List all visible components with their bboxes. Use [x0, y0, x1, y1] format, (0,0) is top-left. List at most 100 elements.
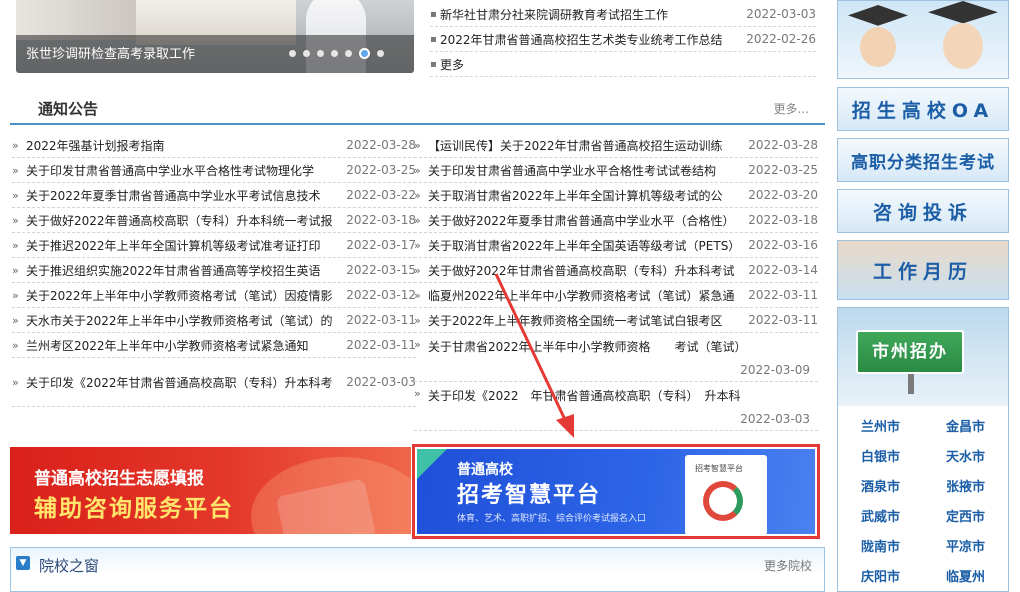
- notice-item-title[interactable]: 关于推迟2022年上半年全国计算机等级考试准考证打印: [26, 237, 340, 254]
- notice-item-title[interactable]: 关于印发《2022年甘肃省普通高校高职（专科）升本科考: [26, 374, 340, 391]
- news-row[interactable]: ▪ 2022年甘肃省普通高校招生艺术类专业统考工作总结 2022-02-26: [430, 27, 816, 52]
- notice-item-title[interactable]: 关于2022年上半年教师资格全国统一考试笔试白银考区: [428, 312, 742, 329]
- notice-item-date: 2022-03-03: [346, 375, 416, 389]
- notice-item[interactable]: » 天水市关于2022年上半年中小学教师资格考试（笔试）的 2022-03-11: [12, 308, 416, 333]
- notice-item[interactable]: » 关于推迟组织实施2022年甘肃省普通高等学校招生英语 2022-03-15: [12, 258, 416, 283]
- notice-item-title[interactable]: 关于2022年夏季甘肃省普通高中学业水平考试信息技术: [26, 187, 340, 204]
- city-link[interactable]: 酒泉市: [838, 476, 923, 495]
- notice-item[interactable]: » 关于印发《2022年甘肃省普通高校高职（专科）升本科考 2022-03-03: [12, 358, 416, 407]
- notice-item-title[interactable]: 【运训民传】关于2022年甘肃省普通高校招生运动训练: [428, 137, 742, 154]
- sign-post: [908, 374, 914, 394]
- notice-item-date: 2022-03-28: [748, 138, 818, 152]
- notice-item[interactable]: » 临夏州2022年上半年中小学教师资格考试（笔试）紧急通 2022-03-11: [414, 283, 818, 308]
- notice-title: 通知公告: [38, 100, 99, 118]
- notice-item-date: 2022-03-11: [346, 338, 416, 352]
- volunteer-platform-banner[interactable]: 普通高校招生志愿填报 辅助咨询服务平台: [10, 447, 411, 534]
- notice-item-title[interactable]: 天水市关于2022年上半年中小学教师资格考试（笔试）的: [26, 312, 340, 329]
- carousel-dot[interactable]: [331, 50, 338, 57]
- double-chevron-icon: »: [12, 188, 19, 202]
- city-link[interactable]: 张掖市: [923, 476, 1008, 495]
- city-link[interactable]: 兰州市: [838, 416, 923, 435]
- city-link[interactable]: 陇南市: [838, 536, 923, 555]
- carousel-dot[interactable]: [377, 50, 384, 57]
- notice-item[interactable]: » 关于取消甘肃省2022年上半年全国计算机等级考试的公 2022-03-20: [414, 183, 818, 208]
- notice-item[interactable]: » 关于印发《2022 年甘肃省普通高校高职（专科） 升本科 2022-03-03: [414, 382, 818, 431]
- notice-item[interactable]: » 关于推迟2022年上半年全国计算机等级考试准考证打印 2022-03-17: [12, 233, 416, 258]
- double-chevron-icon: »: [12, 313, 19, 327]
- double-chevron-icon: »: [12, 238, 19, 252]
- city-link[interactable]: 武威市: [838, 506, 923, 525]
- notice-item[interactable]: » 关于甘肃省2022年上半年中小学教师资格 考试（笔试） 2022-03-09: [414, 333, 818, 382]
- carousel-dot-active[interactable]: [359, 48, 370, 59]
- notice-item-title[interactable]: 关于做好2022年甘肃省普通高校高职（专科）升本科考试: [428, 262, 742, 279]
- more-schools-link[interactable]: 更多院校: [764, 557, 812, 574]
- notice-item-title[interactable]: 关于取消甘肃省2022年上半年全国英语等级考试（PETS）: [428, 237, 742, 254]
- platform-card-title: 招考智慧平台: [695, 464, 743, 473]
- notice-item[interactable]: » 关于2022年上半年教师资格全国统一考试笔试白银考区 2022-03-11: [414, 308, 818, 333]
- admission-oa-button[interactable]: 招生高校OA: [837, 87, 1009, 131]
- notice-item[interactable]: » 关于印发甘肃省普通高中学业水平合格性考试物理化学 2022-03-25: [12, 158, 416, 183]
- notice-item-title[interactable]: 2022年强基计划报考指南: [26, 137, 340, 154]
- notice-item[interactable]: » 关于印发甘肃省普通高中学业水平合格性考试试卷结构 2022-03-25: [414, 158, 818, 183]
- notice-item-date: 2022-03-18: [748, 213, 818, 227]
- carousel-dot[interactable]: [345, 50, 352, 57]
- notice-item[interactable]: » 关于做好2022年普通高校高职（专科）升本科统一考试报 2022-03-18: [12, 208, 416, 233]
- double-chevron-icon: »: [414, 387, 421, 400]
- city-link[interactable]: 平凉市: [923, 536, 1008, 555]
- notice-item-title[interactable]: 关于印发甘肃省普通高中学业水平合格性考试物理化学: [26, 162, 340, 179]
- notice-item[interactable]: » 兰州考区2022年上半年中小学教师资格考试紧急通知 2022-03-11: [12, 333, 416, 358]
- carousel-dot[interactable]: [289, 50, 296, 57]
- city-link[interactable]: 临夏州: [923, 566, 1008, 585]
- work-calendar-button[interactable]: 工作月历: [837, 240, 1009, 300]
- notice-item[interactable]: » 关于2022年夏季甘肃省普通高中学业水平考试信息技术 2022-03-22: [12, 183, 416, 208]
- notice-item-title[interactable]: 关于做好2022年普通高校高职（专科）升本科统一考试报: [26, 212, 340, 229]
- news-row[interactable]: ▪ 新华社甘肃分社来院调研教育考试招生工作 2022-03-03: [430, 2, 816, 27]
- notice-item-date: 2022-03-11: [748, 288, 818, 302]
- city-link[interactable]: 金昌市: [923, 416, 1008, 435]
- notice-item-title[interactable]: 关于推迟组织实施2022年甘肃省普通高等学校招生英语: [26, 262, 340, 279]
- notice-item[interactable]: » 关于取消甘肃省2022年上半年全国英语等级考试（PETS） 2022-03-16: [414, 233, 818, 258]
- smart-exam-platform-banner[interactable]: 普通高校 招考智慧平台 体育、艺术、高职扩招、综合评价考试报名入口 招考智慧平台: [417, 449, 815, 534]
- city-link[interactable]: 天水市: [923, 446, 1008, 465]
- notice-item-date: 2022-03-17: [346, 238, 416, 252]
- notice-item-title[interactable]: 关于做好2022年夏季甘肃省普通高中学业水平（合格性）: [428, 212, 742, 229]
- news-more-row[interactable]: ▪ 更多: [430, 52, 816, 77]
- carousel-dot[interactable]: [317, 50, 324, 57]
- city-link[interactable]: 白银市: [838, 446, 923, 465]
- consult-complaint-button[interactable]: 咨询投诉: [837, 189, 1009, 233]
- city-office-panel: 市州招办 兰州市 金昌市 白银市 天水市 酒泉市 张掖市 武威市 定西市 陇南市…: [837, 307, 1009, 592]
- notice-item-title[interactable]: 关于取消甘肃省2022年上半年全国计算机等级考试的公: [428, 187, 742, 204]
- notice-item[interactable]: » 关于做好2022年夏季甘肃省普通高中学业水平（合格性） 2022-03-18: [414, 208, 818, 233]
- notice-item-title[interactable]: 关于2022年上半年中小学教师资格考试（笔试）因疫情影: [26, 287, 340, 304]
- notice-item-title[interactable]: 关于甘肃省2022年上半年中小学教师资格 考试（笔试）: [428, 338, 818, 355]
- double-chevron-icon: »: [414, 188, 421, 202]
- bullet-icon: ▪: [430, 8, 437, 20]
- notice-item-date: 2022-03-12: [346, 288, 416, 302]
- checkbox-icon: ▼: [16, 556, 30, 570]
- double-chevron-icon: »: [12, 213, 19, 227]
- notice-item[interactable]: » 关于2022年上半年中小学教师资格考试（笔试）因疫情影 2022-03-12: [12, 283, 416, 308]
- notice-more-link[interactable]: 更多...: [774, 100, 809, 117]
- news-more-link[interactable]: 更多: [440, 56, 816, 73]
- notice-item[interactable]: » 【运训民传】关于2022年甘肃省普通高校招生运动训练 2022-03-28: [414, 133, 818, 158]
- notice-item-title[interactable]: 关于印发甘肃省普通高中学业水平合格性考试试卷结构: [428, 162, 742, 179]
- notice-item-title[interactable]: 兰州考区2022年上半年中小学教师资格考试紧急通知: [26, 337, 340, 354]
- notice-item[interactable]: » 2022年强基计划报考指南 2022-03-28: [12, 133, 416, 158]
- notice-list-left: » 2022年强基计划报考指南 2022-03-28 » 关于印发甘肃省普通高中学业水…: [12, 133, 416, 407]
- notice-item-title[interactable]: 关于印发《2022 年甘肃省普通高校高职（专科） 升本科: [428, 387, 818, 404]
- hero-carousel[interactable]: 张世珍调研检查高考录取工作: [16, 0, 414, 73]
- news-title[interactable]: 2022年甘肃省普通高校招生艺术类专业统考工作总结: [440, 31, 740, 48]
- news-title[interactable]: 新华社甘肃分社来院调研教育考试招生工作: [440, 6, 740, 23]
- notice-item-date: 2022-03-11: [748, 313, 818, 327]
- double-chevron-icon: »: [414, 138, 421, 152]
- notice-item-date: 2022-03-09: [740, 363, 810, 377]
- city-link[interactable]: 定西市: [923, 506, 1008, 525]
- hero-caption[interactable]: 张世珍调研检查高考录取工作: [26, 43, 195, 62]
- vocational-exam-button[interactable]: 高职分类招生考试: [837, 138, 1009, 182]
- double-chevron-icon: »: [414, 288, 421, 302]
- city-link[interactable]: 庆阳市: [838, 566, 923, 585]
- notice-item[interactable]: » 关于做好2022年甘肃省普通高校高职（专科）升本科考试 2022-03-14: [414, 258, 818, 283]
- notice-item-title[interactable]: 临夏州2022年上半年中小学教师资格考试（笔试）紧急通: [428, 287, 742, 304]
- graduates-image[interactable]: [837, 0, 1009, 79]
- carousel-dot[interactable]: [303, 50, 310, 57]
